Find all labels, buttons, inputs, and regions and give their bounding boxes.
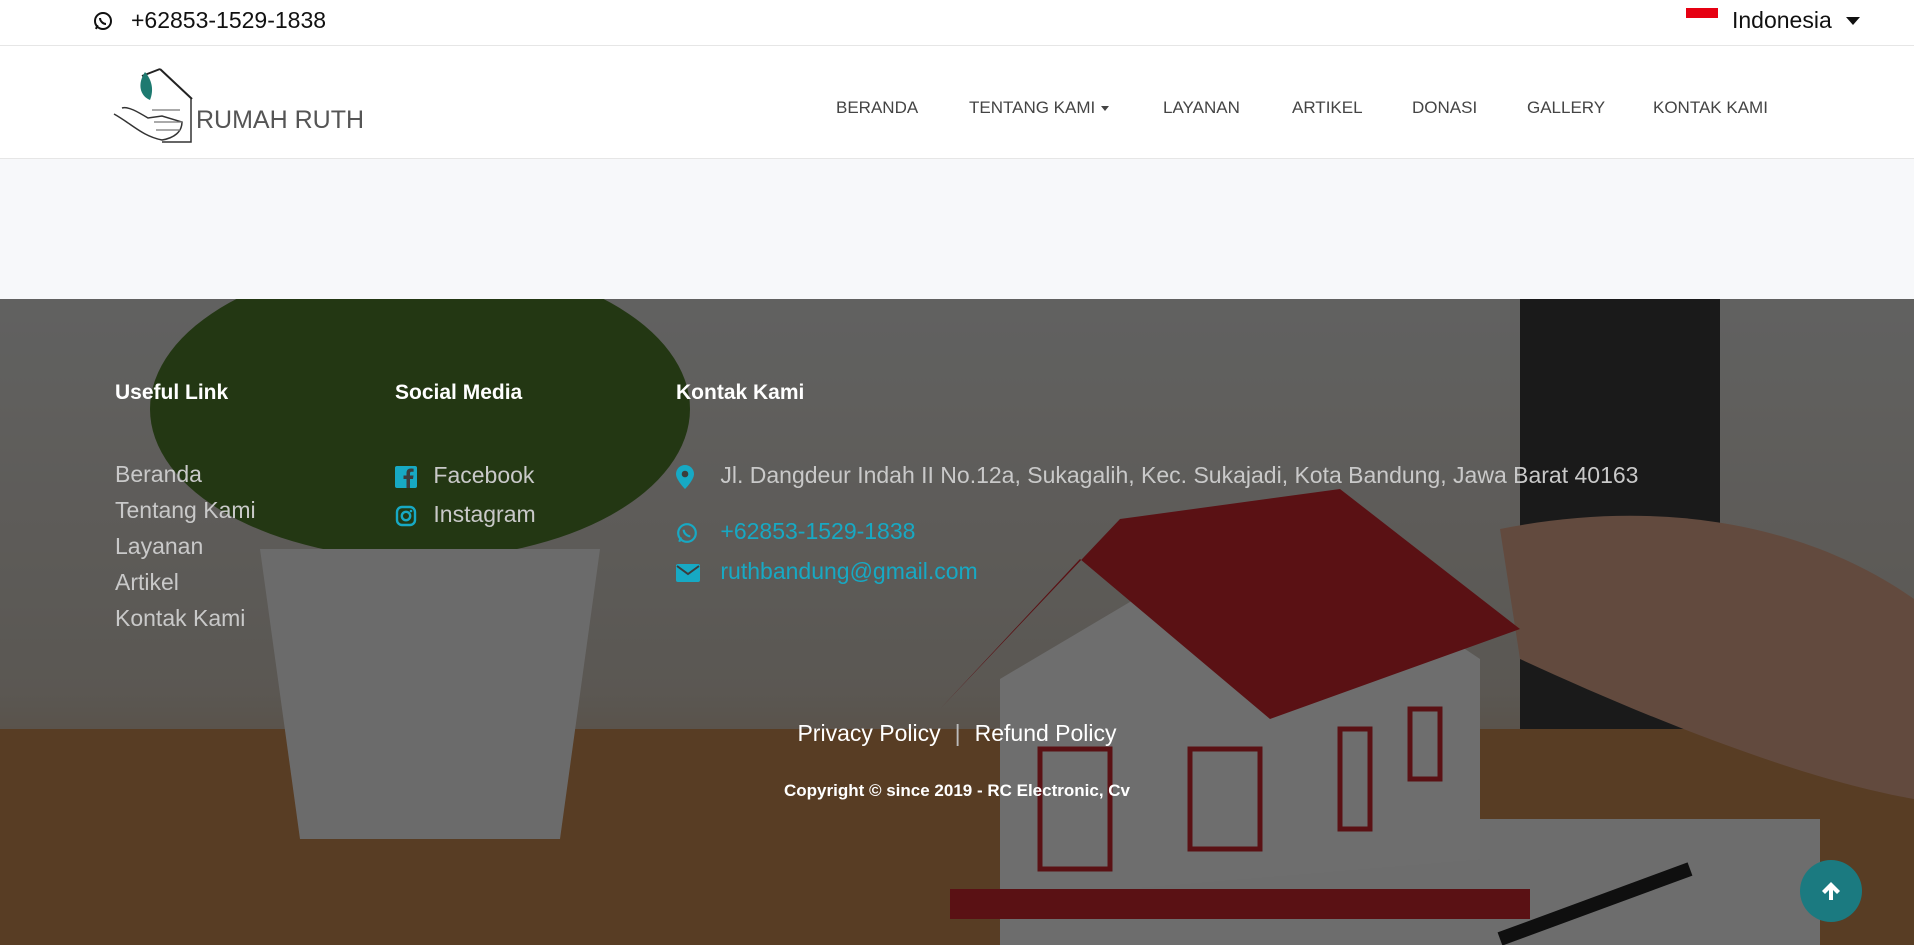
nav-label: KONTAK KAMI xyxy=(1653,98,1768,117)
privacy-policy-link[interactable]: Privacy Policy xyxy=(797,720,940,746)
language-selector[interactable]: Indonesia xyxy=(1686,7,1860,34)
indonesia-flag-icon xyxy=(1686,7,1718,26)
nav-label: TENTANG KAMI xyxy=(969,98,1096,117)
useful-link-heading: Useful Link xyxy=(115,381,229,404)
facebook-label: Facebook xyxy=(433,462,535,488)
nav-kontak-kami[interactable]: KONTAK KAMI xyxy=(1653,98,1768,118)
facebook-icon xyxy=(395,465,417,488)
language-label: Indonesia xyxy=(1732,7,1832,33)
page-content-area xyxy=(0,159,1914,299)
nav-label: DONASI xyxy=(1412,98,1478,117)
logo[interactable]: RUMAH RUTH xyxy=(112,64,362,144)
nav-donasi[interactable]: DONASI xyxy=(1412,98,1477,118)
instagram-icon xyxy=(395,505,417,527)
scroll-to-top-button[interactable] xyxy=(1800,860,1862,922)
email-link[interactable]: ruthbandung@gmail.com xyxy=(676,558,978,585)
top-phone[interactable]: +62853-1529-1838 xyxy=(93,7,326,34)
nav-label: GALLERY xyxy=(1527,98,1606,117)
caret-down-icon xyxy=(1101,105,1110,111)
map-marker-icon xyxy=(676,464,694,489)
logo-text: RUMAH RUTH xyxy=(196,106,362,134)
social-media-heading: Social Media xyxy=(395,381,523,404)
nav-label: LAYANAN xyxy=(1163,98,1240,117)
footer-link-layanan[interactable]: Layanan xyxy=(115,533,203,560)
email-text: ruthbandung@gmail.com xyxy=(720,558,978,584)
navbar: RUMAH RUTH BERANDA TENTANG KAMI LAYANAN … xyxy=(0,46,1914,159)
nav-label: ARTIKEL xyxy=(1292,98,1363,117)
footer-link-kontak-kami[interactable]: Kontak Kami xyxy=(115,605,245,632)
kontak-kami-heading: Kontak Kami xyxy=(676,381,805,404)
refund-policy-link[interactable]: Refund Policy xyxy=(975,720,1117,746)
arrow-up-icon xyxy=(1822,882,1840,900)
nav-artikel[interactable]: ARTIKEL xyxy=(1292,98,1363,118)
footer: Useful Link Beranda Tentang Kami Layanan… xyxy=(0,299,1914,945)
instagram-link[interactable]: Instagram xyxy=(395,501,536,528)
address: Jl. Dangdeur Indah II No.12a, Sukagalih,… xyxy=(676,462,1638,489)
envelope-icon xyxy=(676,563,700,582)
footer-phone-text: +62853-1529-1838 xyxy=(720,518,916,544)
whatsapp-icon xyxy=(94,11,112,30)
copyright: Copyright © since 2019 - RC Electronic, … xyxy=(783,781,1130,800)
nav-tentang-kami[interactable]: TENTANG KAMI xyxy=(969,98,1110,118)
policy-separator: | xyxy=(954,720,961,746)
footer-link-beranda[interactable]: Beranda xyxy=(115,461,202,488)
footer-phone-link[interactable]: +62853-1529-1838 xyxy=(676,518,915,545)
facebook-link[interactable]: Facebook xyxy=(395,462,534,489)
footer-overlay xyxy=(0,299,1914,945)
caret-down-icon xyxy=(1845,16,1860,25)
address-text: Jl. Dangdeur Indah II No.12a, Sukagalih,… xyxy=(720,462,1639,488)
top-bar: +62853-1529-1838 Indonesia xyxy=(0,0,1914,46)
footer-link-tentang-kami[interactable]: Tentang Kami xyxy=(115,497,256,524)
nav-beranda[interactable]: BERANDA xyxy=(836,98,918,118)
nav-gallery[interactable]: GALLERY xyxy=(1527,98,1605,118)
instagram-label: Instagram xyxy=(433,501,536,527)
nav-layanan[interactable]: LAYANAN xyxy=(1163,98,1240,118)
footer-link-artikel[interactable]: Artikel xyxy=(115,569,179,596)
policy-links: Privacy Policy | Refund Policy xyxy=(0,720,1914,747)
top-phone-text: +62853-1529-1838 xyxy=(131,7,327,33)
nav-label: BERANDA xyxy=(836,98,919,117)
whatsapp-icon xyxy=(677,523,697,543)
